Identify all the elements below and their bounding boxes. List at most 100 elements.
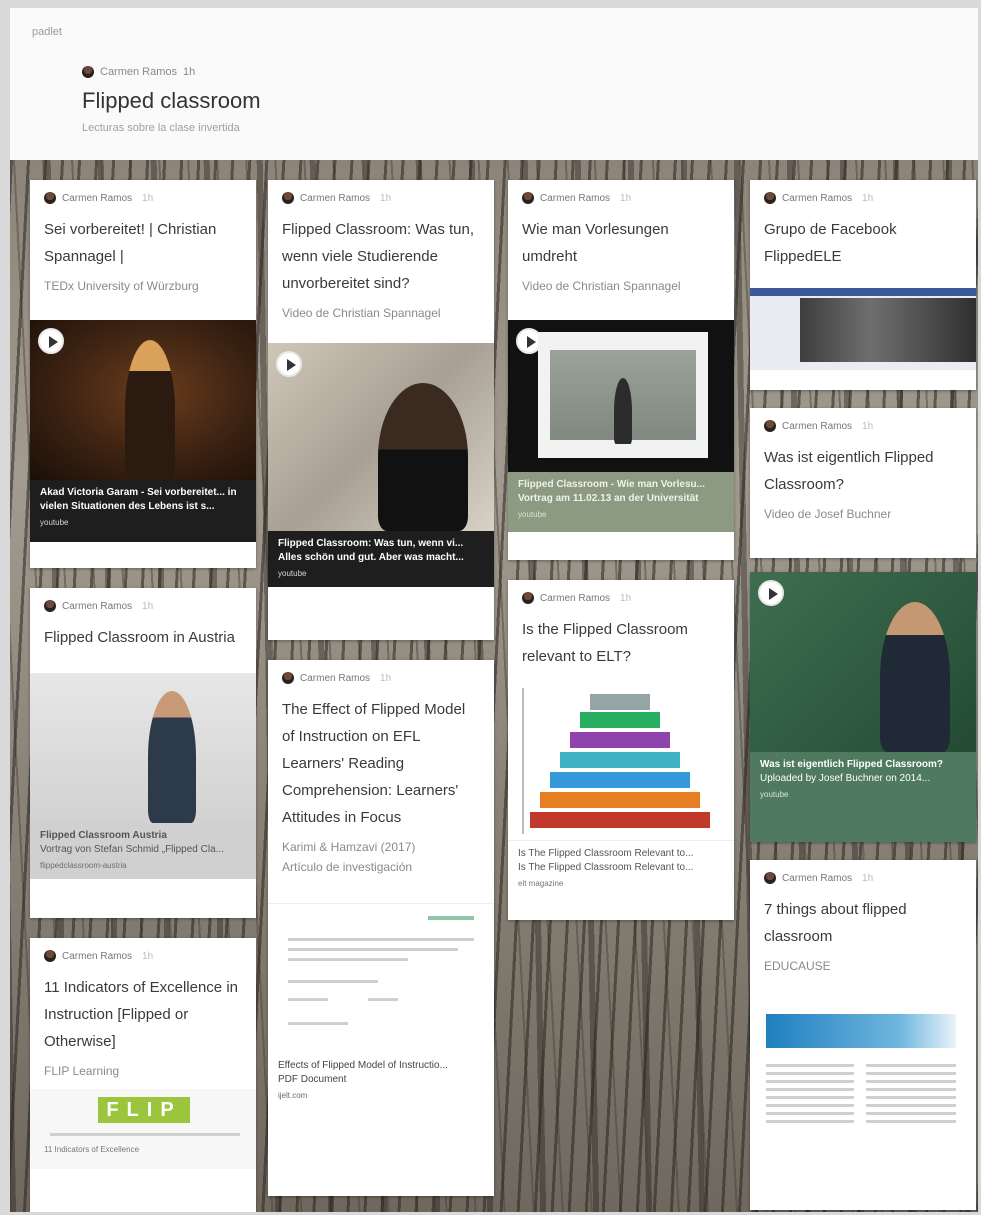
facebook-screenshot[interactable]: [750, 288, 976, 370]
video-caption: Flipped Classroom - Wie man Vorlesu... V…: [508, 472, 734, 532]
card-subtitle: Video de Christian Spannagel: [522, 279, 681, 293]
card-subtitle-2: Artículo de investigación: [282, 860, 413, 874]
video-thumbnail[interactable]: [268, 343, 494, 531]
play-icon[interactable]: [276, 351, 302, 377]
avatar-icon: [522, 592, 534, 604]
play-icon[interactable]: [38, 328, 64, 354]
flip-logo: FLIP: [98, 1097, 190, 1123]
video-thumbnail[interactable]: [750, 572, 976, 752]
caption-title: Flipped Classroom - Wie man Vorlesu... V…: [518, 479, 705, 504]
padlet-logo[interactable]: padlet: [32, 26, 62, 38]
caption-title: Flipped Classroom: Was tun, wenn vi... A…: [278, 538, 464, 563]
play-icon[interactable]: [758, 580, 784, 606]
image-thumbnail[interactable]: [30, 673, 256, 823]
card-subtitle: Video de Josef Buchner: [764, 507, 892, 521]
caption-title: Flipped Classroom Austria: [40, 830, 167, 841]
card-author-name: Carmen Ramos: [62, 600, 133, 612]
post-card[interactable]: Carmen Ramos 1h 11 Indicators of Excelle…: [30, 938, 256, 1212]
post-card[interactable]: Carmen Ramos 1h Grupo de Facebook Flippe…: [750, 180, 976, 390]
caption-source: elt magazine: [518, 879, 564, 888]
doc-line: [866, 1088, 956, 1091]
card-time: 1h: [380, 192, 392, 204]
document-caption: Effects of Flipped Model of Instructio..…: [268, 1053, 494, 1111]
post-card[interactable]: Carmen Ramos 1h Is the Flipped Classroom…: [508, 580, 734, 920]
card-title: Was ist eigentlich Flipped Classroom?: [764, 449, 934, 493]
post-card[interactable]: Was ist eigentlich Flipped Classroom? Up…: [750, 572, 976, 842]
post-card[interactable]: Carmen Ramos 1h Flipped Classroom in Aus…: [30, 588, 256, 918]
doc-line: [368, 998, 398, 1001]
caption-source: youtube: [40, 518, 69, 527]
speaker-figure: [614, 378, 632, 444]
card-author-name: Carmen Ramos: [540, 192, 611, 204]
post-card[interactable]: Carmen Ramos 1h Was ist eigentlich Flipp…: [750, 408, 976, 558]
card-author-name: Carmen Ramos: [62, 192, 133, 204]
pyramid-level: [530, 812, 710, 828]
card-title: 7 things about flipped classroom: [764, 901, 907, 945]
doc-line: [288, 958, 408, 961]
caption-title: Is The Flipped Classroom Relevant to...: [518, 848, 694, 859]
card-time: 1h: [142, 192, 154, 204]
card-time: 1h: [142, 600, 154, 612]
document-preview[interactable]: [750, 1014, 976, 1174]
card-time: 1h: [380, 672, 392, 684]
card-subtitle: Video de Christian Spannagel: [282, 306, 441, 320]
doc-line: [288, 1022, 348, 1025]
image-thumbnail[interactable]: FLIP 11 Indicators of Excellence: [30, 1089, 256, 1169]
avatar-icon: [82, 66, 94, 78]
doc-line: [50, 1133, 240, 1136]
doc-line: [288, 998, 328, 1001]
card-author-name: Carmen Ramos: [300, 192, 371, 204]
post-card[interactable]: Carmen Ramos 1h The Effect of Flipped Mo…: [268, 660, 494, 1196]
doc-line: [866, 1072, 956, 1075]
header-author: Carmen Ramos 1h: [82, 66, 195, 78]
caption-line: PDF Document: [278, 1074, 347, 1085]
document-preview[interactable]: [268, 903, 494, 1053]
card-time: 1h: [620, 592, 632, 604]
card-author-name: Carmen Ramos: [782, 192, 853, 204]
card-author: Carmen Ramos 1h: [764, 872, 962, 884]
card-author: Carmen Ramos 1h: [44, 950, 242, 962]
card-title: Grupo de Facebook FlippedELE: [764, 221, 897, 265]
card-title: Is the Flipped Classroom relevant to ELT…: [522, 621, 688, 665]
card-author-name: Carmen Ramos: [300, 672, 371, 684]
slide-frame: [538, 332, 708, 458]
image-caption: Is The Flipped Classroom Relevant to... …: [508, 840, 734, 899]
page-title: Flipped classroom: [82, 88, 261, 113]
pyramid-level: [590, 694, 650, 710]
doc-line: [866, 1096, 956, 1099]
card-author: Carmen Ramos 1h: [282, 192, 480, 204]
doc-line: [288, 980, 378, 983]
card-author-name: Carmen Ramos: [782, 872, 853, 884]
avatar-icon: [764, 872, 776, 884]
video-thumbnail[interactable]: [508, 320, 734, 472]
speaker-figure: [125, 340, 175, 480]
pyramid-level: [540, 792, 700, 808]
caption-line: Uploaded by Josef Buchner on 2014...: [760, 773, 931, 784]
card-author-name: Carmen Ramos: [540, 592, 611, 604]
video-thumbnail[interactable]: [30, 320, 256, 480]
video-caption: Akad Victoria Garam - Sei vorbereitet...…: [30, 480, 256, 542]
video-caption: Flipped Classroom: Was tun, wenn vi... A…: [268, 531, 494, 587]
caption-title: Akad Victoria Garam - Sei vorbereitet...…: [40, 487, 237, 512]
wall-board: Carmen Ramos 1h Sei vorbereitet! | Chris…: [10, 160, 978, 1212]
post-card[interactable]: Carmen Ramos 1h Flipped Classroom: Was t…: [268, 180, 494, 640]
card-subtitle: Karimi & Hamzavi (2017): [282, 840, 416, 854]
post-card[interactable]: Carmen Ramos 1h Wie man Vorlesungen umdr…: [508, 180, 734, 560]
card-time: 1h: [142, 950, 154, 962]
doc-line: [866, 1120, 956, 1123]
doc-line: [766, 1112, 854, 1115]
doc-line: [766, 1080, 854, 1083]
post-card[interactable]: Carmen Ramos 1h 7 things about flipped c…: [750, 860, 976, 1210]
doc-header-bar: [428, 916, 474, 920]
pyramid-level: [560, 752, 680, 768]
caption-source: ijelt.com: [278, 1091, 308, 1100]
pyramid-infographic[interactable]: [508, 684, 734, 840]
image-caption: Flipped Classroom Austria Vortrag von St…: [30, 823, 256, 879]
caption-title: Effects of Flipped Model of Instructio..…: [278, 1060, 448, 1071]
post-card[interactable]: Carmen Ramos 1h Sei vorbereitet! | Chris…: [30, 180, 256, 568]
doc-line: [766, 1064, 854, 1067]
caption-line: Is The Flipped Classroom Relevant to...: [518, 862, 694, 873]
educause-banner: [766, 1014, 956, 1048]
card-author: Carmen Ramos 1h: [44, 192, 242, 204]
header-author-name: Carmen Ramos: [100, 66, 178, 78]
